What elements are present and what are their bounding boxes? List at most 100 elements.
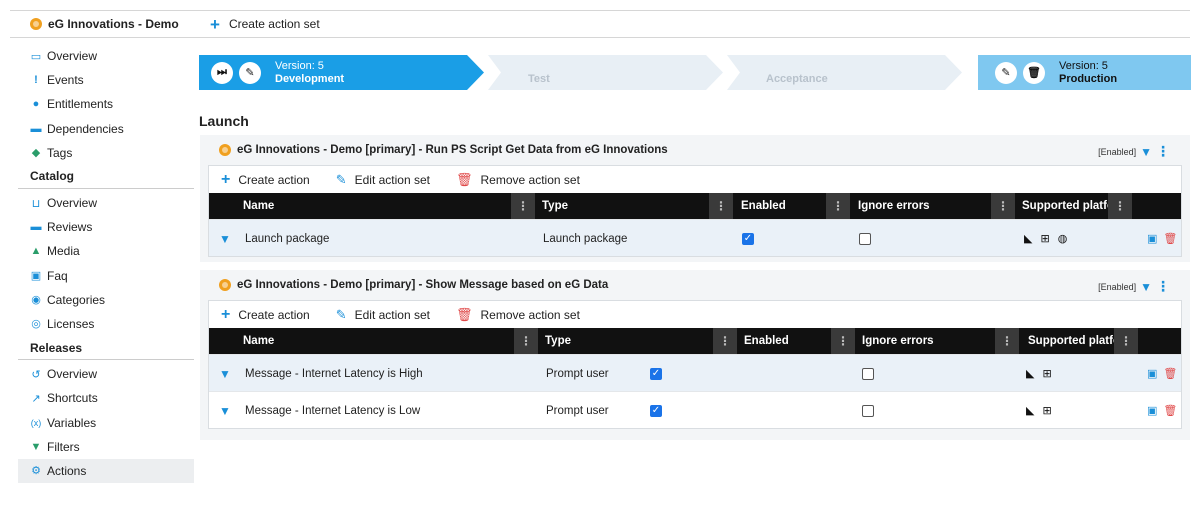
filter-icon[interactable]: ▼	[1140, 280, 1152, 294]
column-menu-icon[interactable]: ⋮	[995, 328, 1019, 354]
column-menu-icon[interactable]: ⋮	[1114, 328, 1138, 354]
sidebar-item-filters[interactable]: ▼ Filters	[18, 435, 194, 459]
ignore-errors-checkbox[interactable]	[862, 392, 874, 429]
column-supported-platforms[interactable]: Supported platfo	[1022, 193, 1114, 219]
column-menu-icon[interactable]: ⋮	[831, 328, 855, 354]
edit-icon[interactable]: ✎	[995, 61, 1017, 84]
status-label: [Enabled]	[1098, 146, 1137, 157]
trash-icon: 🗑	[456, 306, 473, 322]
stage-test[interactable]: Test	[528, 55, 550, 90]
more-options-icon[interactable]: ⋮	[1156, 143, 1170, 160]
column-name[interactable]: Name	[243, 193, 274, 219]
sidebar-item-catalog-overview[interactable]: ⊔ Overview	[18, 191, 194, 215]
row-filter-icon[interactable]: ▼	[219, 355, 231, 392]
action-toolbar: + Create action ✎ Edit action set 🗑 Remove …	[209, 166, 1181, 193]
column-menu-icon[interactable]: ⋮	[511, 193, 535, 219]
sidebar-item-dependencies[interactable]: ▬ Dependencies	[18, 117, 194, 141]
enabled-checkbox[interactable]: ✓	[650, 355, 662, 392]
column-menu-icon[interactable]: ⋮	[514, 328, 538, 354]
app-brand[interactable]: eG Innovations - Demo	[10, 17, 200, 31]
action-set-status: [Enabled] ▼ ⋮	[1098, 143, 1170, 160]
trash-icon[interactable]: 🗑	[1163, 404, 1177, 417]
column-menu-icon[interactable]: ⋮	[826, 193, 850, 219]
create-action-set-button[interactable]: + Create action set	[210, 16, 320, 33]
sidebar-item-actions[interactable]: ⚙ Actions	[18, 458, 194, 483]
play-icon[interactable]: ⏭	[211, 61, 233, 84]
sidebar-item-events[interactable]: ! Events	[18, 68, 194, 92]
ignore-errors-checkbox[interactable]	[862, 355, 874, 392]
edit-action-set-label: Edit action set	[354, 172, 430, 187]
plus-icon: +	[221, 170, 231, 188]
column-type[interactable]: Type	[542, 193, 568, 219]
row-filter-icon[interactable]: ▼	[219, 392, 231, 429]
copy-icon[interactable]: ▣	[1147, 404, 1157, 417]
trash-icon[interactable]: 🗑	[1023, 61, 1045, 84]
stage-acceptance[interactable]: Acceptance	[766, 55, 828, 90]
sidebar-item-categories[interactable]: ◉ Categories	[18, 288, 194, 312]
column-menu-icon[interactable]: ⋮	[713, 328, 737, 354]
action-set-title: eG Innovations - Demo [primary] - Run PS…	[237, 144, 668, 156]
filter-icon: ▼	[30, 440, 42, 453]
edit-icon[interactable]: ✎	[239, 61, 261, 84]
table-row[interactable]: ▼ Message - Internet Latency is Low Prom…	[209, 391, 1181, 428]
table-row[interactable]: ▼ Message - Internet Latency is High Pro…	[209, 354, 1181, 391]
column-ignore-errors[interactable]: Ignore errors	[862, 328, 934, 354]
column-menu-icon[interactable]: ⋮	[709, 193, 733, 219]
sidebar-item-label: Events	[47, 73, 84, 88]
trash-icon[interactable]: 🗑	[1163, 367, 1177, 380]
basket-icon: ⊔	[31, 197, 41, 210]
ignore-errors-checkbox[interactable]	[859, 220, 871, 257]
column-ignore-errors[interactable]: Ignore errors	[858, 193, 930, 219]
more-options-icon[interactable]: ⋮	[1156, 278, 1170, 295]
macos-icon: ◣	[1024, 233, 1033, 245]
create-action-button[interactable]: + Create action	[221, 306, 310, 324]
platforms: ◣ ⊞	[1026, 355, 1060, 392]
column-menu-icon[interactable]: ⋮	[991, 193, 1015, 219]
edit-action-set-button[interactable]: ✎ Edit action set	[336, 172, 430, 188]
trash-icon: 🗑	[456, 171, 473, 187]
development-name: Development	[275, 72, 345, 85]
edit-action-set-label: Edit action set	[354, 307, 430, 322]
remove-action-set-button[interactable]: 🗑 Remove action set	[456, 307, 580, 323]
sidebar-item-entitlements[interactable]: ● Entitlements	[18, 92, 194, 116]
sidebar-item-media[interactable]: ▲ Media	[18, 239, 194, 263]
action-set-table: + Create action ✎ Edit action set 🗑 Remove …	[208, 300, 1182, 429]
enabled-checkbox[interactable]: ✓	[650, 392, 662, 429]
column-supported-platforms[interactable]: Supported platfo	[1028, 328, 1120, 354]
column-enabled[interactable]: Enabled	[741, 193, 786, 219]
create-action-label: Create action	[238, 307, 310, 322]
sidebar-item-faq[interactable]: ▣ Faq	[18, 264, 194, 288]
test-name: Test	[528, 73, 550, 85]
sidebar-item-label: Tags	[47, 145, 73, 160]
row-filter-icon[interactable]: ▼	[219, 220, 231, 257]
edit-action-set-button[interactable]: ✎ Edit action set	[336, 307, 430, 323]
copy-icon[interactable]: ▣	[1147, 232, 1157, 245]
column-type[interactable]: Type	[545, 328, 571, 354]
sidebar-item-label: Faq	[47, 268, 68, 283]
sidebar-item-overview[interactable]: ▭ Overview	[18, 44, 194, 68]
create-action-button[interactable]: + Create action	[221, 171, 310, 189]
releases-section-title: Releases	[18, 336, 194, 361]
table-row[interactable]: ▼ Launch package Launch package ✓ ◣ ⊞ ◍ …	[209, 219, 1181, 256]
macos-icon: ◣	[1026, 368, 1035, 380]
sidebar-item-shortcuts[interactable]: ↗ Shortcuts	[18, 386, 194, 410]
column-menu-icon[interactable]: ⋮	[1108, 193, 1132, 219]
sidebar-item-releases-overview[interactable]: ↺ Overview	[18, 362, 194, 386]
sidebar-item-reviews[interactable]: ▬ Reviews	[18, 215, 194, 239]
stage-production[interactable]: ✎ 🗑 Version: 5 Production	[995, 55, 1117, 90]
sidebar-item-variables[interactable]: (x) Variables	[18, 410, 194, 434]
sidebar-item-label: Filters	[47, 439, 80, 454]
acceptance-name: Acceptance	[766, 73, 828, 85]
sidebar-item-licenses[interactable]: ◎ Licenses	[18, 312, 194, 336]
sidebar-item-tags[interactable]: ◆ Tags	[18, 141, 194, 165]
stage-development[interactable]: ⏭ ✎ Version: 5 Development	[211, 55, 344, 90]
column-enabled[interactable]: Enabled	[744, 328, 789, 354]
top-bar: eG Innovations - Demo + Create action se…	[10, 10, 1190, 38]
enabled-checkbox[interactable]: ✓	[742, 220, 754, 257]
remove-action-set-button[interactable]: 🗑 Remove action set	[456, 172, 580, 188]
column-name[interactable]: Name	[243, 328, 274, 354]
trash-icon[interactable]: 🗑	[1163, 232, 1177, 245]
filter-icon[interactable]: ▼	[1140, 145, 1152, 159]
copy-icon[interactable]: ▣	[1147, 367, 1157, 380]
license-icon: ◎	[31, 318, 41, 331]
